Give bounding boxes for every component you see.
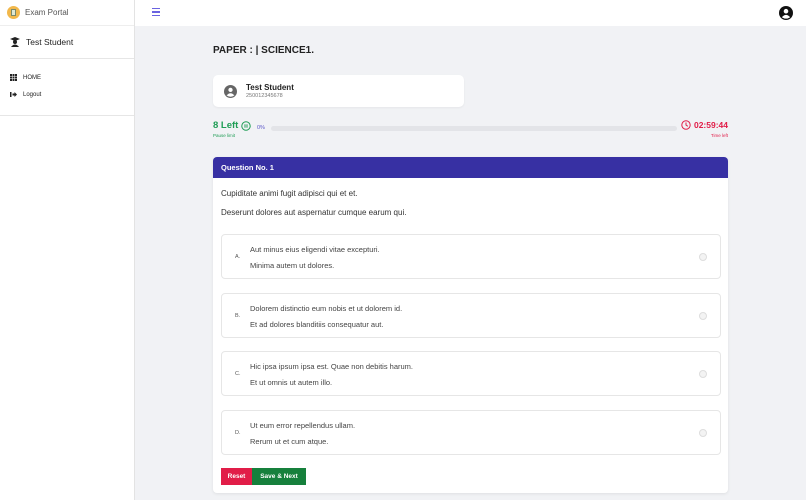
option-b[interactable]: B. Dolorem distinctio eum nobis et ut dol… xyxy=(221,293,721,338)
option-letter: C. xyxy=(235,371,241,377)
grid-icon xyxy=(10,74,17,81)
user-avatar-icon xyxy=(224,84,237,98)
option-text: Dolorem distinctio eum nobis et ut dolor… xyxy=(250,304,403,313)
brand[interactable]: Exam Portal xyxy=(0,0,134,26)
student-card: Test Student 250012345678 xyxy=(213,75,464,107)
option-letter: D. xyxy=(235,430,241,436)
account-icon[interactable] xyxy=(779,6,793,20)
time-left-value: 02:59:44 xyxy=(693,120,728,130)
option-text: Rerum ut et cum atque. xyxy=(250,437,329,446)
logo-icon xyxy=(7,6,20,19)
pauses-left-text: 8 Left xyxy=(213,120,239,131)
question-text: Cupiditate animi fugit adipisci qui et e… xyxy=(221,189,358,198)
sidebar-item-label: Logout xyxy=(23,91,42,98)
topbar xyxy=(135,0,806,26)
sidebar-item-logout[interactable]: Logout xyxy=(0,86,134,103)
option-a[interactable]: A. Aut minus eius eligendi vitae exceptur… xyxy=(221,234,721,279)
sidebar-item-label: HOME xyxy=(23,74,41,81)
brand-name: Exam Portal xyxy=(25,8,69,17)
page-title: PAPER : | SCIENCE1. xyxy=(213,45,314,56)
sidebar-user-name: Test Student xyxy=(26,37,74,47)
progress-percent: 0% xyxy=(257,125,265,131)
save-next-button[interactable]: Save & Next xyxy=(252,468,306,485)
question-text: Deserunt dolores aut aspernatur cumque e… xyxy=(221,208,407,217)
time-left-label: Time left xyxy=(710,133,728,138)
clock-icon xyxy=(681,120,691,130)
option-text: Ut eum error repellendus ullam. xyxy=(250,421,356,430)
option-radio[interactable] xyxy=(699,370,707,378)
option-d[interactable]: D. Ut eum error repellendus ullam. Rerum u… xyxy=(221,410,721,455)
sidebar-item-home[interactable]: HOME xyxy=(0,69,134,86)
option-text: Et ad dolores blanditiis consequatur aut… xyxy=(250,320,384,329)
option-c[interactable]: C. Hic ipsa ipsum ipsa est. Quae non debi… xyxy=(221,351,721,396)
pause-limit-label: Pause limit xyxy=(213,133,236,138)
option-text: Hic ipsa ipsum ipsa est. Quae non debiti… xyxy=(250,362,413,371)
menu-toggle-icon[interactable] xyxy=(152,8,160,16)
logout-icon xyxy=(10,92,17,97)
option-text: Aut minus eius eligendi vitae excepturi. xyxy=(250,245,380,254)
pause-icon[interactable] xyxy=(241,120,252,131)
option-text: Et ut omnis ut autem illo. xyxy=(250,378,333,387)
option-radio[interactable] xyxy=(699,312,707,320)
timer: 02:59:44 xyxy=(681,120,728,130)
sidebar: Exam Portal Test Student HOME Logout xyxy=(0,0,135,500)
option-letter: A. xyxy=(235,254,241,260)
option-radio[interactable] xyxy=(699,253,707,261)
option-radio[interactable] xyxy=(699,429,707,437)
reset-button[interactable]: Reset xyxy=(221,468,252,485)
student-id: 250012345678 xyxy=(246,93,283,99)
pauses-left: 8 Left xyxy=(213,120,252,131)
option-letter: B. xyxy=(235,313,241,319)
student-icon xyxy=(10,37,20,47)
option-text: Minima autem ut dolores. xyxy=(250,261,335,270)
question-card: Question No. 1 Cupiditate animi fugit ad… xyxy=(213,157,728,493)
sidebar-user: Test Student xyxy=(10,26,134,59)
question-header: Question No. 1 xyxy=(213,157,728,178)
student-name: Test Student xyxy=(246,83,294,92)
progress-bar xyxy=(271,126,677,131)
